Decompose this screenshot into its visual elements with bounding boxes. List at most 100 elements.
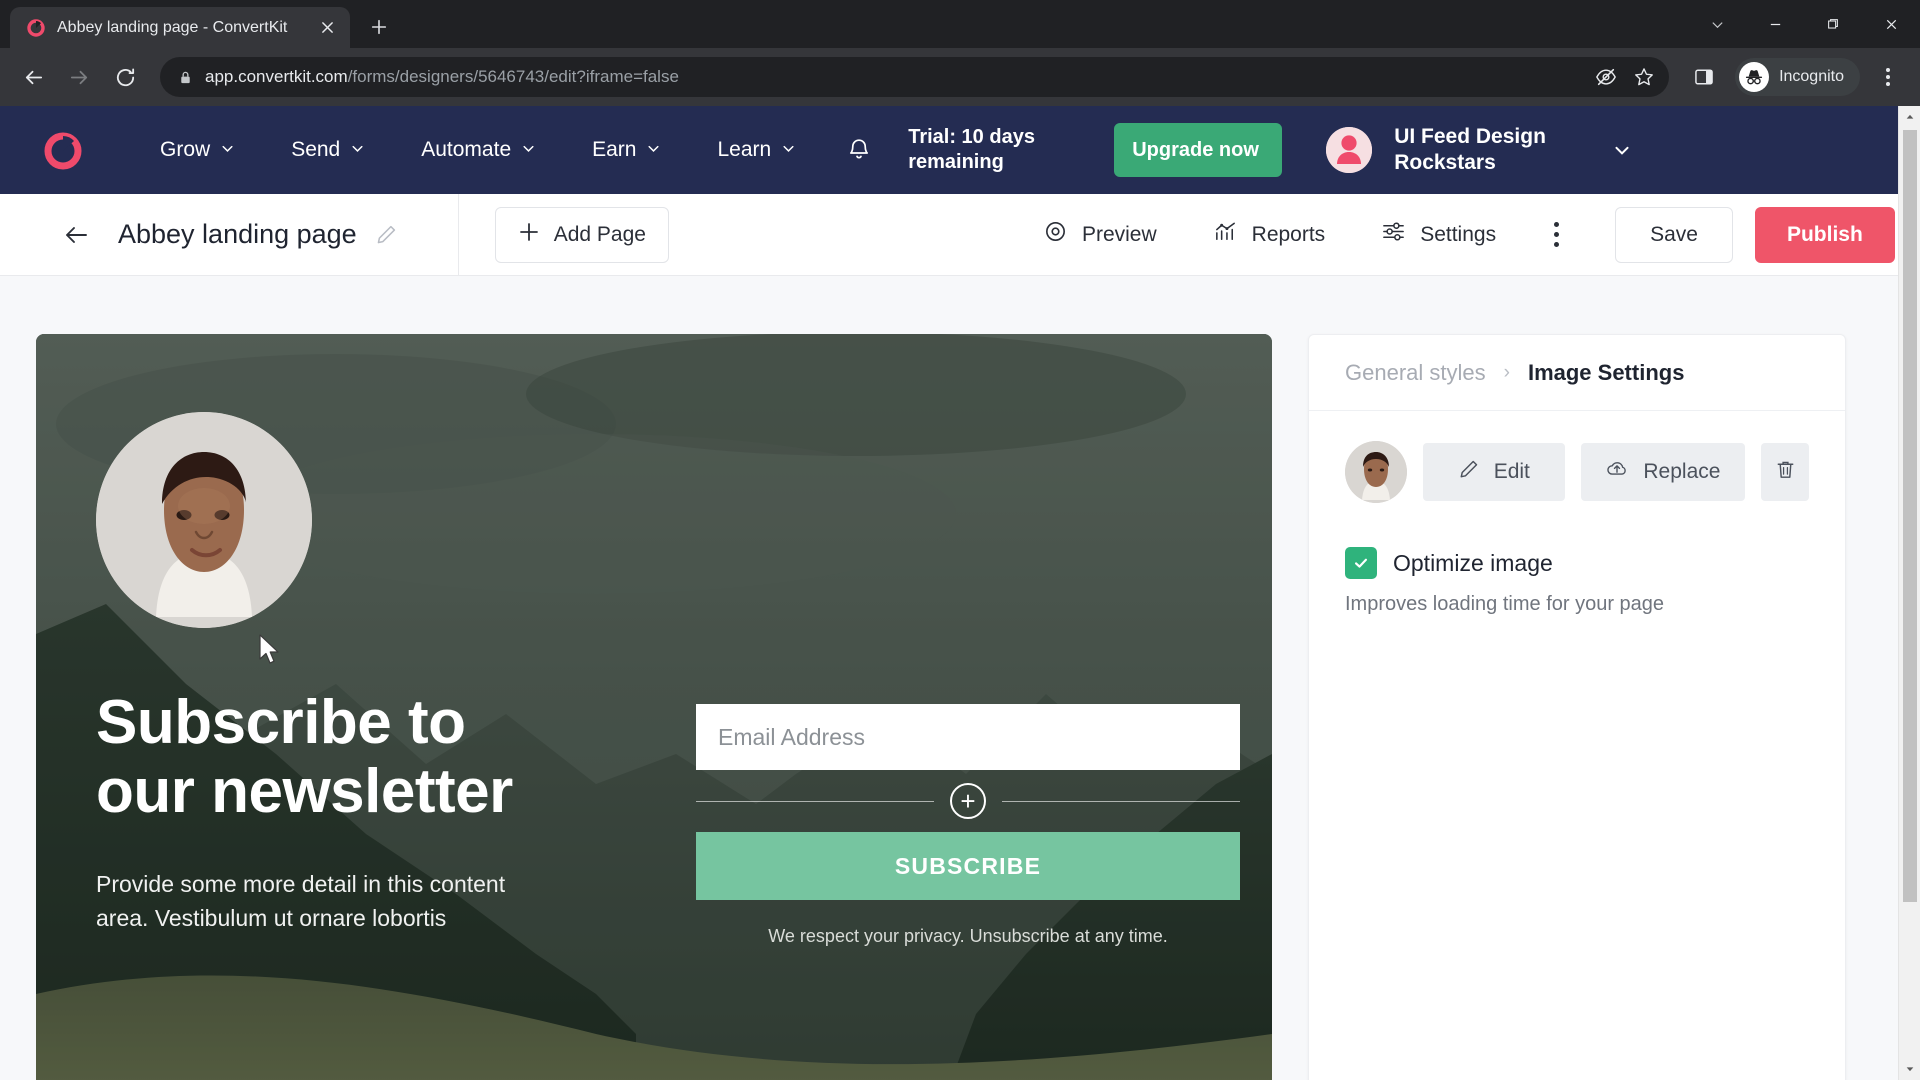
chevron-down-icon — [781, 138, 796, 162]
portrait-photo-thumbnail — [1345, 441, 1407, 503]
email-input[interactable]: Email Address — [696, 704, 1240, 770]
account-name[interactable]: UI Feed Design Rockstars — [1394, 124, 1566, 177]
tool-label: Settings — [1420, 222, 1497, 246]
reports-button[interactable]: Reports — [1185, 219, 1354, 250]
breadcrumb-separator: › — [1503, 361, 1510, 383]
nav-item-automate[interactable]: Automate — [393, 138, 564, 162]
landing-page-form: Email Address + SUBSCRIBE We respect you… — [676, 334, 1272, 1080]
avatar[interactable] — [1326, 127, 1373, 173]
sliders-icon — [1381, 219, 1406, 250]
app-nav-bar: Grow Send Automate Earn Learn Trial: 10 … — [0, 106, 1920, 194]
chevron-down-icon[interactable] — [1688, 0, 1746, 48]
breadcrumb-current: Image Settings — [1527, 359, 1685, 385]
upgrade-now-button[interactable]: Upgrade now — [1114, 123, 1283, 177]
eye-slash-icon[interactable] — [1595, 66, 1617, 88]
delete-image-button[interactable] — [1761, 443, 1809, 501]
browser-toolbar: app.convertkit.com/forms/designers/56467… — [0, 48, 1920, 106]
back-button[interactable] — [12, 56, 54, 98]
close-icon[interactable] — [316, 17, 338, 39]
nav-item-grow[interactable]: Grow — [132, 138, 263, 162]
nav-item-earn[interactable]: Earn — [564, 138, 689, 162]
nav-item-label: Automate — [421, 138, 512, 161]
replace-label: Replace — [1643, 460, 1721, 483]
toolbar-divider — [457, 193, 459, 276]
convertkit-ring-logo-icon[interactable] — [40, 127, 86, 173]
chevron-down-icon — [350, 138, 365, 162]
check-icon — [1354, 558, 1368, 568]
portrait-photo[interactable] — [96, 412, 312, 628]
nav-item-label: Learn — [717, 138, 772, 161]
browser-tab[interactable]: Abbey landing page - ConvertKit — [10, 7, 350, 48]
new-tab-button[interactable] — [362, 10, 396, 44]
dot — [1554, 222, 1560, 227]
image-settings-panel: General styles › Image Settings Edit Rep… — [1308, 334, 1846, 1080]
save-button[interactable]: Save — [1615, 206, 1733, 263]
replace-image-button[interactable]: Replace — [1580, 443, 1746, 501]
incognito-hat-icon — [1739, 62, 1770, 92]
minimize-icon[interactable] — [1746, 0, 1804, 48]
trial-status: Trial: 10 days remaining — [908, 126, 1035, 173]
maximize-icon[interactable] — [1804, 0, 1862, 48]
tab-strip: Abbey landing page - ConvertKit — [0, 0, 1920, 48]
address-bar[interactable]: app.convertkit.com/forms/designers/56467… — [160, 57, 1670, 97]
browser-menu-button[interactable] — [1868, 57, 1908, 97]
incognito-profile-button[interactable]: Incognito — [1735, 58, 1860, 96]
settings-button[interactable]: Settings — [1353, 219, 1524, 250]
optimize-image-checkbox[interactable] — [1345, 547, 1377, 579]
page-scrollbar[interactable] — [1898, 106, 1920, 1080]
window-close-icon[interactable] — [1862, 0, 1920, 48]
window-controls — [1688, 0, 1920, 48]
reload-button[interactable] — [104, 56, 146, 98]
bell-icon[interactable] — [846, 137, 872, 163]
preview-button[interactable]: Preview — [1015, 219, 1185, 250]
pencil-icon[interactable] — [375, 223, 398, 246]
editor-tools: Preview Reports Settings Save Publish — [1015, 206, 1895, 263]
subscribe-button[interactable]: SUBSCRIBE — [696, 832, 1240, 900]
nav-item-label: Grow — [160, 138, 211, 161]
add-page-label: Add Page — [553, 222, 646, 246]
plus-circle-icon[interactable]: + — [950, 783, 986, 819]
url-domain: app.convertkit.com — [205, 67, 348, 86]
scrollbar-thumb[interactable] — [1903, 130, 1917, 902]
plus-icon — [518, 221, 540, 249]
eye-icon — [1043, 219, 1068, 250]
edit-label: Edit — [1493, 460, 1530, 483]
dot — [1554, 232, 1560, 237]
breadcrumb-general-styles[interactable]: General styles — [1345, 360, 1486, 386]
cloud-upload-icon — [1605, 457, 1629, 487]
optimize-image-row[interactable]: Optimize image — [1345, 547, 1809, 579]
add-field-row: + — [696, 770, 1240, 832]
tool-label: Reports — [1251, 222, 1326, 246]
editor-toolbar: Abbey landing page Add Page Preview Repo… — [0, 193, 1920, 276]
breadcrumb: General styles › Image Settings — [1309, 335, 1845, 411]
chart-icon — [1213, 219, 1238, 250]
landing-page-left-column: Subscribe to our newsletter Provide some… — [36, 334, 676, 1080]
edit-image-button[interactable]: Edit — [1423, 443, 1565, 501]
tab-title: Abbey landing page - ConvertKit — [57, 18, 288, 36]
privacy-note: We respect your privacy. Unsubscribe at … — [768, 926, 1168, 946]
add-page-button[interactable]: Add Page — [494, 206, 669, 263]
side-panel-icon[interactable] — [1683, 56, 1725, 98]
image-actions-row: Edit Replace — [1345, 441, 1809, 503]
optimize-image-help: Improves loading time for your page — [1345, 593, 1665, 615]
editor-more-button[interactable] — [1524, 222, 1589, 247]
nav-item-label: Earn — [592, 138, 637, 161]
landing-page-heading[interactable]: Subscribe to our newsletter — [96, 688, 516, 827]
chevron-down-icon[interactable] — [1612, 140, 1632, 160]
nav-item-send[interactable]: Send — [263, 138, 393, 162]
dot — [1886, 75, 1890, 79]
triangle-down-icon[interactable] — [1899, 1058, 1920, 1080]
forward-button[interactable] — [58, 56, 100, 98]
nav-item-learn[interactable]: Learn — [689, 138, 824, 162]
publish-button[interactable]: Publish — [1754, 206, 1895, 263]
landing-page-body-text[interactable]: Provide some more detail in this content… — [96, 867, 536, 935]
chevron-down-icon — [521, 138, 536, 162]
landing-page-canvas[interactable]: Subscribe to our newsletter Provide some… — [36, 334, 1272, 1080]
page-viewport: Grow Send Automate Earn Learn Trial: 10 … — [0, 106, 1920, 1080]
url-text: app.convertkit.com/forms/designers/56467… — [205, 67, 679, 87]
dot — [1886, 82, 1890, 86]
triangle-up-icon[interactable] — [1899, 106, 1920, 128]
editor-workspace: Subscribe to our newsletter Provide some… — [0, 276, 1920, 1080]
star-icon[interactable] — [1633, 66, 1655, 88]
back-to-forms-button[interactable] — [62, 221, 90, 249]
